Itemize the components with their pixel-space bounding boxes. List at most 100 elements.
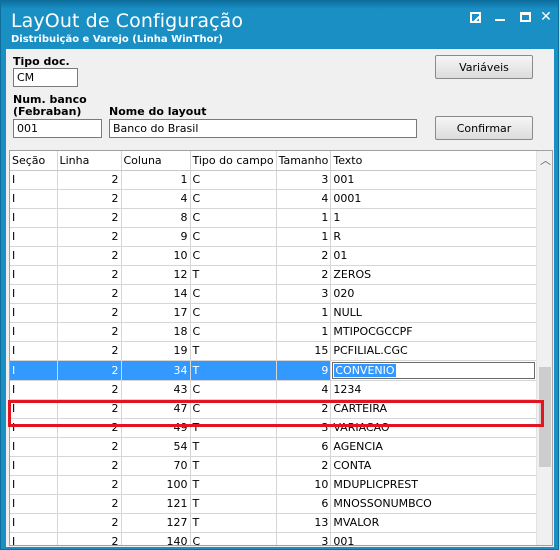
cell-tamanho[interactable]: 15 bbox=[276, 341, 332, 361]
cell-secao[interactable]: I bbox=[10, 189, 58, 209]
cell-coluna[interactable]: 1 bbox=[121, 170, 191, 190]
cell-secao[interactable]: I bbox=[10, 227, 58, 247]
cell-linha[interactable]: 2 bbox=[57, 265, 122, 285]
table-row[interactable]: I 2 14 C 3 020 bbox=[10, 284, 538, 304]
cell-texto[interactable]: MTIPOCGCCPF bbox=[330, 322, 538, 342]
cell-linha[interactable]: 2 bbox=[57, 418, 122, 438]
col-header-coluna[interactable]: Coluna bbox=[121, 151, 191, 171]
scroll-thumb[interactable] bbox=[539, 367, 551, 467]
cell-coluna[interactable]: 127 bbox=[121, 513, 191, 533]
col-header-linha[interactable]: Linha bbox=[57, 151, 122, 171]
table-row[interactable]: I 2 12 T 2 ZEROS bbox=[10, 265, 538, 285]
cell-coluna[interactable]: 54 bbox=[121, 437, 191, 457]
cell-tamanho[interactable]: 6 bbox=[276, 437, 332, 457]
cell-tamanho[interactable]: 1 bbox=[276, 322, 332, 342]
cell-tamanho[interactable]: 2 bbox=[276, 399, 332, 419]
cell-coluna[interactable]: 12 bbox=[121, 265, 191, 285]
cell-tamanho[interactable]: 2 bbox=[276, 246, 332, 266]
cell-coluna[interactable]: 47 bbox=[121, 399, 191, 419]
cell-tipo-campo[interactable]: C bbox=[190, 380, 277, 400]
vertical-scrollbar[interactable]: ︿ bbox=[536, 151, 552, 545]
cell-tamanho[interactable]: 3 bbox=[276, 284, 332, 304]
table-row[interactable]: I 2 70 T 2 CONTA bbox=[10, 456, 538, 476]
cell-secao[interactable]: I bbox=[10, 456, 58, 476]
cell-tamanho[interactable]: 3 bbox=[276, 418, 332, 438]
cell-coluna[interactable]: 17 bbox=[121, 303, 191, 323]
cell-coluna[interactable]: 4 bbox=[121, 189, 191, 209]
cell-tipo-campo[interactable]: T bbox=[190, 494, 277, 514]
cell-tipo-campo[interactable]: T bbox=[190, 265, 277, 285]
cell-texto[interactable]: CARTEIRA bbox=[330, 399, 538, 419]
cell-coluna[interactable]: 140 bbox=[121, 532, 191, 545]
cell-linha[interactable]: 2 bbox=[57, 208, 122, 228]
cell-linha[interactable]: 2 bbox=[57, 475, 122, 495]
cell-texto[interactable]: AGENCIA bbox=[330, 437, 538, 457]
cell-linha[interactable]: 2 bbox=[57, 246, 122, 266]
table-row[interactable]: I 2 121 T 6 MNOSSONUMBCO bbox=[10, 494, 538, 514]
cell-texto[interactable]: MVALOR bbox=[330, 513, 538, 533]
col-header-tamanho[interactable]: Tamanho bbox=[276, 151, 332, 171]
cell-tipo-campo[interactable]: C bbox=[190, 208, 277, 228]
cell-texto[interactable]: 0001 bbox=[330, 189, 538, 209]
cell-secao[interactable]: I bbox=[10, 341, 58, 361]
cell-texto[interactable]: 1234 bbox=[330, 380, 538, 400]
cell-tipo-campo[interactable]: C bbox=[190, 399, 277, 419]
cell-texto[interactable]: PCFILIAL.CGC bbox=[330, 341, 538, 361]
cell-tamanho[interactable]: 9 bbox=[276, 360, 332, 381]
cell-linha[interactable]: 2 bbox=[57, 456, 122, 476]
cell-tipo-campo[interactable]: C bbox=[190, 322, 277, 342]
confirmar-button[interactable]: Confirmar bbox=[435, 116, 533, 140]
cell-texto[interactable]: CONVENIO bbox=[330, 360, 538, 381]
cell-texto[interactable]: ZEROS bbox=[330, 265, 538, 285]
cell-tamanho[interactable]: 13 bbox=[276, 513, 332, 533]
tipo-doc-field[interactable]: CM bbox=[13, 68, 78, 87]
cell-tamanho[interactable]: 6 bbox=[276, 494, 332, 514]
table-row[interactable]: I 2 100 T 10 MDUPLICPREST bbox=[10, 475, 538, 495]
minimize-icon[interactable] bbox=[489, 7, 511, 27]
cell-coluna[interactable]: 9 bbox=[121, 227, 191, 247]
cell-texto[interactable]: 020 bbox=[330, 284, 538, 304]
cell-secao[interactable]: I bbox=[10, 437, 58, 457]
cell-linha[interactable]: 2 bbox=[57, 380, 122, 400]
cell-linha[interactable]: 2 bbox=[57, 341, 122, 361]
cell-tamanho[interactable]: 1 bbox=[276, 227, 332, 247]
cell-coluna[interactable]: 8 bbox=[121, 208, 191, 228]
cell-secao[interactable]: I bbox=[10, 475, 58, 495]
cell-coluna[interactable]: 18 bbox=[121, 322, 191, 342]
close-icon[interactable]: ✕ bbox=[535, 7, 557, 27]
cell-tamanho[interactable]: 4 bbox=[276, 380, 332, 400]
col-header-texto[interactable]: Texto bbox=[330, 151, 538, 171]
cell-texto[interactable]: VARIACAO bbox=[330, 418, 538, 438]
table-row[interactable]: I 2 17 C 1 NULL bbox=[10, 303, 538, 323]
cell-tipo-campo[interactable]: C bbox=[190, 227, 277, 247]
cell-secao[interactable]: I bbox=[10, 532, 58, 545]
cell-tamanho[interactable]: 10 bbox=[276, 475, 332, 495]
maximize-icon[interactable] bbox=[514, 7, 536, 27]
cell-tipo-campo[interactable]: T bbox=[190, 475, 277, 495]
cell-texto[interactable]: MNOSSONUMBCO bbox=[330, 494, 538, 514]
layout-grid[interactable]: Seção Linha Coluna Tipo do campo Tamanho… bbox=[9, 150, 553, 546]
cell-tamanho[interactable]: 1 bbox=[276, 208, 332, 228]
cell-secao[interactable]: I bbox=[10, 418, 58, 438]
cell-tipo-campo[interactable]: T bbox=[190, 341, 277, 361]
cell-tipo-campo[interactable]: T bbox=[190, 456, 277, 476]
cell-texto[interactable]: CONTA bbox=[330, 456, 538, 476]
cell-linha[interactable]: 2 bbox=[57, 284, 122, 304]
cell-tipo-campo[interactable]: C bbox=[190, 284, 277, 304]
cell-secao[interactable]: I bbox=[10, 513, 58, 533]
cell-secao[interactable]: I bbox=[10, 265, 58, 285]
cell-coluna[interactable]: 34 bbox=[121, 360, 191, 381]
table-row[interactable]: I 2 4 C 4 0001 bbox=[10, 189, 538, 209]
cell-tamanho[interactable]: 1 bbox=[276, 303, 332, 323]
cell-linha[interactable]: 2 bbox=[57, 170, 122, 190]
cell-linha[interactable]: 2 bbox=[57, 399, 122, 419]
table-row[interactable]: I 2 19 T 15 PCFILIAL.CGC bbox=[10, 341, 538, 361]
cell-texto[interactable]: 001 bbox=[330, 170, 538, 190]
cell-tamanho[interactable]: 2 bbox=[276, 456, 332, 476]
cell-coluna[interactable]: 14 bbox=[121, 284, 191, 304]
cell-linha[interactable]: 2 bbox=[57, 494, 122, 514]
cell-texto[interactable]: R bbox=[330, 227, 538, 247]
table-row[interactable]: I 2 10 C 2 01 bbox=[10, 246, 538, 266]
cell-tipo-campo[interactable]: C bbox=[190, 170, 277, 190]
nome-layout-field[interactable]: Banco do Brasil bbox=[109, 119, 417, 138]
